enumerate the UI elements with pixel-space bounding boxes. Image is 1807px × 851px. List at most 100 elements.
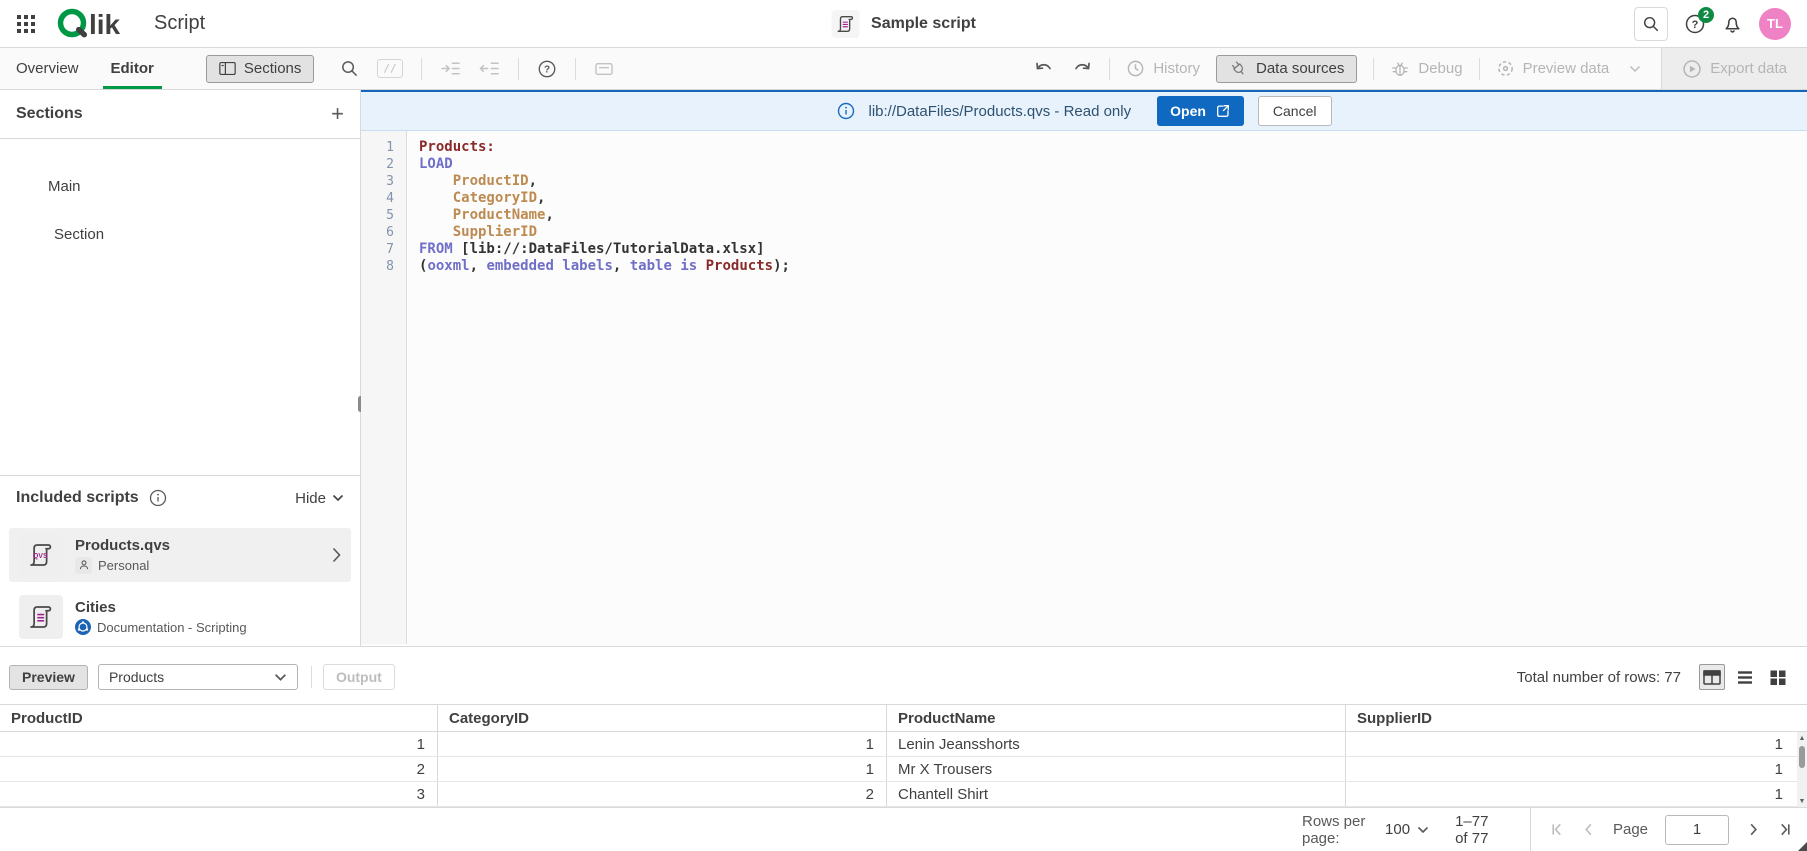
data-sources-label: Data sources (1256, 60, 1344, 77)
next-page-icon[interactable] (1746, 822, 1761, 837)
tab-overview[interactable]: Overview (0, 48, 95, 89)
add-section-button[interactable]: + (331, 103, 344, 125)
divider (1373, 58, 1374, 80)
line-number: 2 (361, 156, 406, 173)
table-scrollbar[interactable]: ▲ ▼ (1797, 732, 1807, 808)
code-line: (ooxml, embedded labels, table is Produc… (419, 258, 1807, 275)
debug-button[interactable]: Debug (1390, 59, 1462, 78)
script-subtitle: Personal (98, 558, 149, 573)
doc-title-group[interactable]: Sample script (831, 10, 976, 38)
divider (518, 58, 519, 80)
readonly-banner: lib://DataFiles/Products.qvs - Read only… (361, 90, 1807, 131)
open-button[interactable]: Open (1157, 96, 1244, 126)
divider (421, 58, 422, 80)
chevron-down-icon (1417, 826, 1429, 834)
chevron-right-icon[interactable] (332, 547, 341, 563)
table-cell: 1 (0, 732, 438, 756)
sections-toggle-button[interactable]: Sections (206, 55, 315, 83)
clock-icon (1126, 59, 1145, 78)
included-script-cities[interactable]: Cities Documentation - Scripting (9, 590, 351, 644)
space-icon (75, 619, 91, 635)
table-cell: 2 (0, 757, 438, 781)
table-cell: 1 (1346, 732, 1807, 756)
line-number: 3 (361, 173, 406, 190)
data-preview-panel: Preview Products Output Total number of … (0, 647, 1807, 851)
preview-data-dropdown-chevron[interactable] (1629, 65, 1641, 73)
doc-title: Sample script (871, 15, 976, 33)
total-rows-label: Total number of rows: 77 (1517, 669, 1681, 686)
indent-icon[interactable] (440, 60, 461, 77)
grid-view-icon[interactable] (1765, 664, 1791, 690)
info-icon[interactable] (149, 489, 167, 507)
table-cell: Lenin Jeansshorts (887, 732, 1346, 756)
last-page-icon[interactable] (1778, 822, 1793, 837)
line-number: 5 (361, 207, 406, 224)
hide-included-scripts-button[interactable]: Hide (295, 490, 344, 507)
bell-icon[interactable] (1722, 13, 1743, 34)
previous-page-icon[interactable] (1581, 822, 1596, 837)
chevron-down-icon (332, 494, 344, 502)
search-icon[interactable] (340, 59, 359, 78)
first-page-icon[interactable] (1549, 822, 1564, 837)
included-script-products[interactable]: QVS Products.qvs Personal (9, 528, 351, 582)
rows-per-page-select[interactable]: 100 (1385, 821, 1429, 838)
app-launcher-icon[interactable] (16, 14, 36, 34)
code-line: SupplierID (419, 224, 1807, 241)
window-resize-grip[interactable] (1798, 842, 1807, 851)
editor-toolbar: Overview Editor Sections // (0, 48, 1807, 90)
svg-text:?: ? (1692, 19, 1699, 31)
undo-icon[interactable] (1033, 60, 1055, 78)
output-button[interactable]: Output (323, 664, 395, 690)
debug-label: Debug (1418, 60, 1462, 77)
code-lines[interactable]: Products:LOAD ProductID, CategoryID, Pro… (407, 131, 1807, 644)
table-select[interactable]: Products (98, 664, 298, 690)
row-range-label: 1–77 of 77 (1455, 813, 1500, 847)
note-icon[interactable] (594, 61, 614, 77)
sections-sidebar: Sections + Main Section Included scripts… (0, 90, 361, 646)
code-line: ProductName, (419, 207, 1807, 224)
export-data-button[interactable]: Export data (1661, 48, 1807, 89)
chevron-down-icon (274, 673, 287, 682)
qvs-scroll-icon: QVS (19, 533, 63, 577)
list-view-icon[interactable] (1732, 664, 1758, 690)
table-header-row: ProductIDCategoryIDProductNameSupplierID (0, 704, 1807, 732)
history-label: History (1153, 60, 1200, 77)
table-row[interactable]: 11Lenin Jeansshorts1 (0, 732, 1807, 757)
divider (1479, 58, 1480, 80)
rows-per-page-label: Rows per page: (1302, 813, 1369, 847)
bug-icon (1390, 59, 1410, 78)
preview-button[interactable]: Preview (9, 665, 88, 690)
redo-icon[interactable] (1071, 60, 1093, 78)
page-input[interactable] (1665, 815, 1729, 845)
svg-text:?: ? (544, 64, 550, 75)
sidebar-item-main[interactable]: Main (48, 178, 81, 195)
table-cell: 2 (438, 782, 887, 806)
tab-editor[interactable]: Editor (95, 48, 170, 89)
scroll-icon (19, 595, 63, 639)
included-scripts-header: Included scripts (16, 489, 139, 507)
info-icon (837, 102, 855, 120)
preview-data-button[interactable]: Preview data (1496, 59, 1610, 78)
comment-toggle-icon[interactable]: // (377, 59, 402, 78)
syntax-help-icon[interactable]: ? (537, 59, 557, 79)
table-cell: Chantell Shirt (887, 782, 1346, 806)
outdent-icon[interactable] (479, 60, 500, 77)
table-row[interactable]: 21Mr X Trousers1 (0, 757, 1807, 782)
data-sources-button[interactable]: Data sources (1216, 55, 1357, 83)
open-label: Open (1170, 103, 1206, 119)
table-cell: 1 (1346, 782, 1807, 806)
sidebar-item-section[interactable]: Section (54, 226, 104, 243)
table-view-icon[interactable] (1699, 664, 1725, 690)
table-row[interactable]: 32Chantell Shirt1 (0, 782, 1807, 807)
column-header: CategoryID (438, 705, 887, 731)
help-button[interactable]: ? 2 (1684, 13, 1706, 35)
history-button[interactable]: History (1126, 59, 1200, 78)
scroll-up-icon[interactable]: ▲ (1797, 732, 1807, 745)
scrollbar-thumb[interactable] (1799, 746, 1805, 768)
avatar[interactable]: TL (1759, 8, 1791, 40)
line-number: 4 (361, 190, 406, 207)
table-cell: 3 (0, 782, 438, 806)
notifications-badge: 2 (1698, 7, 1714, 23)
cancel-button[interactable]: Cancel (1258, 96, 1332, 126)
global-search-button[interactable] (1634, 7, 1668, 41)
